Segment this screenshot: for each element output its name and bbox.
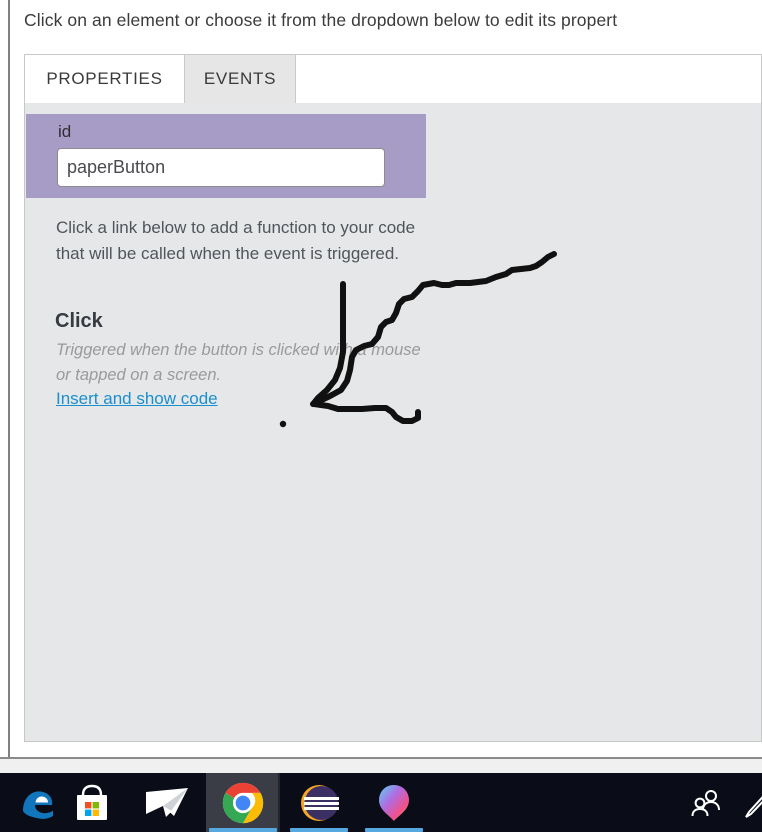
taskbar-item-eclipse[interactable] bbox=[282, 773, 356, 832]
event-name-heading: Click bbox=[55, 310, 103, 332]
id-field-label: id bbox=[58, 122, 72, 141]
editor-frame-left-rule bbox=[8, 0, 10, 758]
mail-icon bbox=[146, 787, 188, 817]
tab-strip-filler bbox=[296, 54, 762, 103]
taskbar-tray-pen[interactable] bbox=[738, 773, 762, 832]
id-input[interactable] bbox=[57, 148, 385, 187]
eclipse-running-indicator bbox=[290, 828, 348, 832]
web-page-content: Click on an element or choose it from th… bbox=[0, 0, 762, 758]
edge-icon bbox=[23, 790, 53, 819]
store-icon bbox=[77, 784, 107, 820]
id-property-row: id bbox=[26, 114, 426, 198]
tab-strip: PROPERTIES EVENTS bbox=[24, 54, 762, 103]
screen: Click on an element or choose it from th… bbox=[0, 0, 762, 832]
eclipse-icon bbox=[301, 784, 339, 821]
event-description: Triggered when the button is clicked wit… bbox=[56, 341, 421, 384]
tab-events-label: EVENTS bbox=[203, 69, 277, 88]
tab-properties-label: PROPERTIES bbox=[46, 69, 163, 88]
maps-running-indicator bbox=[365, 828, 423, 832]
pen-icon bbox=[745, 795, 762, 818]
maps-icon bbox=[379, 784, 409, 821]
helper-text: Click a link below to add a function to … bbox=[56, 218, 416, 263]
taskbar-item-store[interactable] bbox=[55, 773, 129, 832]
windows-taskbar bbox=[0, 773, 762, 832]
taskbar-item-mail[interactable] bbox=[130, 773, 204, 832]
insert-and-show-code-link[interactable]: Insert and show code bbox=[56, 389, 218, 409]
taskbar-item-maps[interactable] bbox=[357, 773, 431, 832]
taskbar-separator bbox=[278, 773, 280, 832]
chrome-icon bbox=[222, 782, 264, 823]
taskbar-tray-people[interactable] bbox=[676, 773, 736, 832]
tab-properties[interactable]: PROPERTIES bbox=[24, 54, 185, 103]
instruction-text: Click on an element or choose it from th… bbox=[24, 10, 618, 30]
chrome-running-indicator bbox=[209, 828, 277, 832]
taskbar-item-chrome[interactable] bbox=[206, 773, 280, 832]
properties-panel: id Click a link below to add a function … bbox=[24, 103, 762, 742]
desktop-strip bbox=[0, 759, 762, 773]
tab-events[interactable]: EVENTS bbox=[184, 54, 296, 103]
people-icon bbox=[691, 789, 720, 816]
